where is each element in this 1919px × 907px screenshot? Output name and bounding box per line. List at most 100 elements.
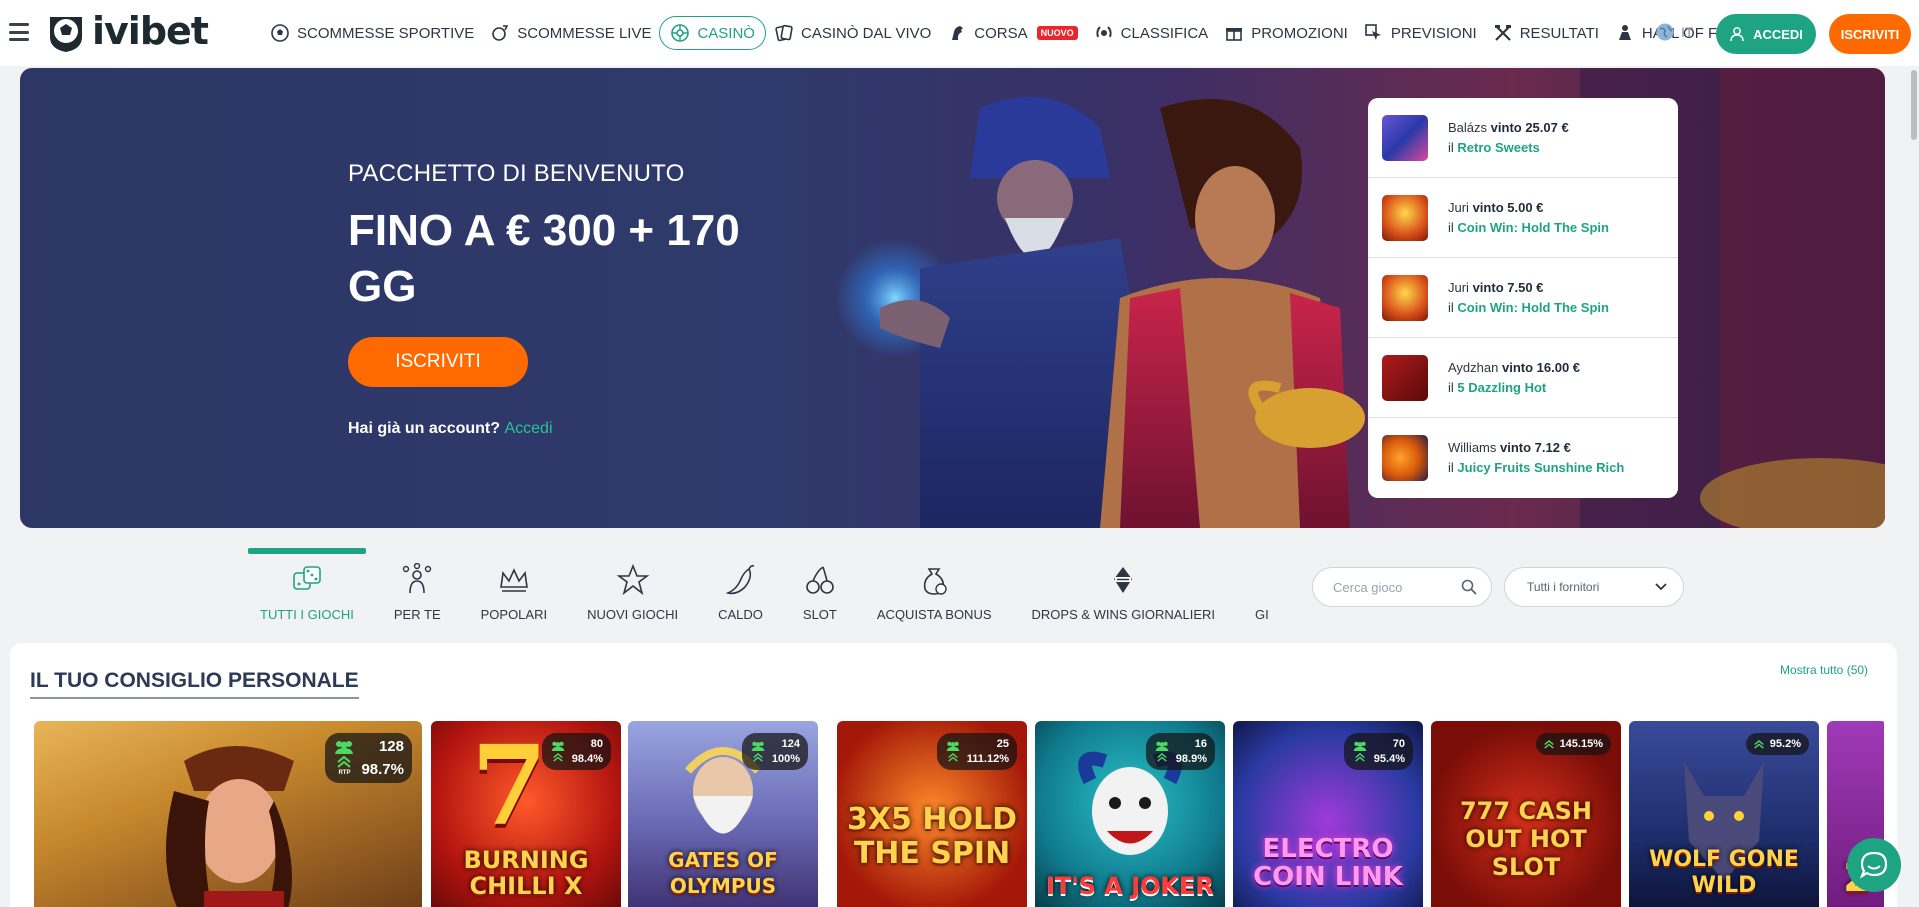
nav-label: RESULTATI [1519, 24, 1599, 42]
game-card-electro-coin-link[interactable]: ELECTRO COIN LINK 70 95.4% [1233, 721, 1423, 907]
hero-subtitle: PACCHETTO DI BENVENUTO [348, 160, 685, 187]
tab-slot[interactable]: SLOT [783, 548, 857, 624]
game-card-cowgirl[interactable]: RTP 128 98.7% [34, 721, 422, 907]
soccer-ball-icon [271, 24, 289, 42]
scrollbar-thumb[interactable] [1911, 70, 1917, 140]
tab-label: GI [1255, 607, 1269, 622]
winner-text: Balázs vinto 25.07 € il Retro Sweets [1448, 118, 1569, 158]
winner-row[interactable]: Balázs vinto 25.07 € il Retro Sweets [1368, 98, 1678, 178]
rtp-value: 95.4% [1373, 753, 1405, 765]
tab-label: TUTTI I GIOCHI [260, 607, 354, 622]
tab-buy-bonus[interactable]: ACQUISTA BONUS [857, 548, 1012, 624]
game-thumbnail [1382, 194, 1428, 241]
gift-icon [1226, 28, 1243, 41]
ivibet-logo[interactable]: ivibet [44, 6, 209, 56]
chevron-down-icon [1655, 583, 1667, 591]
tab-new-games[interactable]: NUOVI GIOCHI [567, 548, 698, 624]
login-button[interactable]: ACCEDI [1716, 14, 1816, 54]
game-card-3x5-hold-the-spin[interactable]: 3X5 HOLD THE SPIN 25 111.12% [837, 721, 1027, 907]
rtp-value: 100% [771, 753, 800, 765]
star-icon [616, 563, 649, 596]
cards-icon [775, 24, 793, 42]
search-icon[interactable] [1461, 579, 1477, 595]
nav-item-promotions[interactable]: PROMOZIONI [1216, 16, 1356, 50]
winner-text: Aydzhan vinto 16.00 € il 5 Dazzling Hot [1448, 358, 1580, 398]
tab-label: SLOT [802, 607, 837, 622]
winner-row[interactable]: Williams vinto 7.12 € il Juicy Fruits Su… [1368, 418, 1678, 498]
rtp-value: 95.2% [1769, 738, 1801, 750]
recent-winners-panel: Balázs vinto 25.07 € il Retro Sweets Jur… [1368, 98, 1678, 498]
nav-label: SCOMMESSE LIVE [517, 24, 652, 42]
hero-login-link[interactable]: Accedi [504, 420, 552, 437]
game-stats-badge: 16 98.9% [1145, 733, 1215, 770]
recommendations-section: IL TUO CONSIGLIO PERSONALE Mostra tutto … [10, 643, 1897, 907]
tab-for-you[interactable]: PER TE [374, 548, 461, 624]
winner-game-link[interactable]: Coin Win: Hold The Spin [1457, 220, 1609, 235]
rtp-value: 98.4% [571, 753, 603, 765]
game-card-wolf-gone-wild[interactable]: WOLF GONE WILD 95.2% [1629, 721, 1819, 907]
tab-more[interactable]: GI [1235, 548, 1289, 624]
nav-item-casino[interactable]: CASINÒ [659, 16, 766, 50]
players-count: 128 [378, 738, 404, 755]
winner-row[interactable]: Juri vinto 5.00 € il Coin Win: Hold The … [1368, 178, 1678, 258]
players-icon [1155, 741, 1169, 751]
winner-row[interactable]: Aydzhan vinto 16.00 € il 5 Dazzling Hot [1368, 338, 1678, 418]
globe-icon [1656, 23, 1674, 41]
new-badge: NUOVO [1036, 26, 1078, 40]
nav-label: CLASSIFICA [1120, 24, 1209, 42]
winner-game-link[interactable]: Coin Win: Hold The Spin [1457, 300, 1609, 315]
menu-icon[interactable] [8, 21, 30, 43]
winner-amount: vinto 7.50 € [1472, 279, 1544, 295]
nav-item-leaderboard[interactable]: CLASSIFICA [1086, 16, 1217, 50]
welcome-banner: PACCHETTO DI BENVENUTO FINO A € 300 + 17… [20, 68, 1885, 528]
language-selector[interactable]: IT [1655, 22, 1693, 42]
players-count: 124 [781, 738, 800, 750]
hero-title: FINO A € 300 + 170 GG [348, 206, 740, 311]
rtp-up-icon [753, 753, 763, 762]
game-title: 777 CASH OUT HOT SLOT [1459, 797, 1592, 881]
tab-hot[interactable]: CALDO [698, 548, 783, 624]
main-nav: SCOMMESSE SPORTIVE SCOMMESSE LIVE CASINÒ… [262, 15, 1757, 51]
signup-button[interactable]: ISCRIVITI [1829, 14, 1911, 54]
winner-game-link[interactable]: 5 Dazzling Hot [1457, 380, 1546, 395]
logo-text: ivibet [92, 9, 209, 53]
winner-prefix: il [1448, 139, 1454, 155]
search-input[interactable]: Cerca gioco [1312, 567, 1492, 607]
winner-prefix: il [1448, 219, 1454, 235]
nav-item-results[interactable]: RESULTATI [1485, 16, 1607, 50]
game-stats-badge: 25 111.12% [936, 733, 1017, 770]
game-title: WOLF GONE WILD [1649, 847, 1799, 898]
hero-account-prompt: Hai già un account? Accedi [348, 420, 553, 438]
nav-item-sports[interactable]: SCOMMESSE SPORTIVE [262, 16, 482, 50]
winner-game-link[interactable]: Juicy Fruits Sunshine Rich [1457, 460, 1624, 475]
game-card-burning-chilli-x[interactable]: 7 BURNING CHILLI X 80 98.4% [431, 721, 621, 907]
game-card-gates-of-olympus[interactable]: GATES OF OLYMPUS 124 100% [628, 721, 818, 907]
game-title: 3X5 HOLD THE SPIN [847, 802, 1017, 871]
tab-drops-wins[interactable]: DROPS & WINS GIORNALIERI [1012, 548, 1235, 624]
winner-text: Juri vinto 5.00 € il Coin Win: Hold The … [1448, 198, 1609, 238]
tab-popular[interactable]: POPOLARI [461, 548, 567, 624]
live-chat-button[interactable] [1847, 838, 1901, 892]
nav-item-live-casino[interactable]: CASINÒ DAL VIVO [766, 16, 939, 50]
game-thumbnail [1382, 354, 1428, 401]
winner-amount: vinto 7.12 € [1500, 440, 1571, 455]
game-stats-badge: 124 100% [741, 733, 808, 770]
money-bag-icon [924, 568, 947, 595]
nav-item-live[interactable]: SCOMMESSE LIVE [482, 16, 659, 50]
winner-game-link[interactable]: Retro Sweets [1457, 140, 1539, 155]
provider-select[interactable]: Tutti i fornitori [1504, 567, 1684, 607]
page-scrollbar[interactable] [1909, 66, 1919, 907]
game-card-its-a-joker[interactable]: IT'S A JOKER 16 98.9% [1035, 721, 1225, 907]
nav-item-predictions[interactable]: PREVISIONI [1356, 16, 1485, 50]
game-card-cash-out-hot-slot[interactable]: 777 CASH OUT HOT SLOT 145.15% [1431, 721, 1621, 907]
show-all-link[interactable]: Mostra tutto (50) [1780, 663, 1868, 677]
winner-row[interactable]: Juri vinto 7.50 € il Coin Win: Hold The … [1368, 258, 1678, 338]
hero-signup-button[interactable]: ISCRIVITI [348, 337, 528, 387]
user-icon [1730, 27, 1744, 42]
tab-all-games[interactable]: TUTTI I GIOCHI [240, 548, 374, 624]
players-count: 80 [590, 738, 603, 750]
players-count: 70 [1392, 738, 1405, 750]
winner-text: Juri vinto 7.50 € il Coin Win: Hold The … [1448, 278, 1609, 318]
game-thumbnail [1382, 114, 1428, 161]
nav-item-racing[interactable]: CORSA NUOVO [939, 16, 1085, 50]
